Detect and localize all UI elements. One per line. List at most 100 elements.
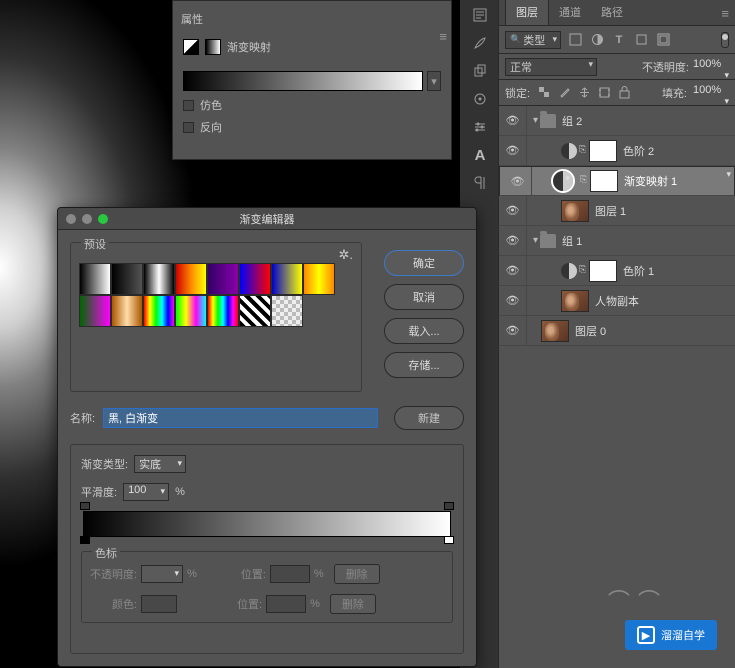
- brush-panel-icon[interactable]: [469, 32, 491, 54]
- visibility-toggle[interactable]: 👁: [499, 106, 527, 135]
- type-select[interactable]: 实底: [134, 455, 186, 473]
- dither-label: 仿色: [200, 97, 222, 113]
- lock-position-icon[interactable]: [576, 85, 592, 101]
- visibility-toggle[interactable]: 👁: [499, 316, 527, 345]
- layers-panel: 图层 通道 路径 ≡ 类型 T 正常 不透明度: 100% 锁定: 填充: 10…: [498, 0, 735, 668]
- tab-paths[interactable]: 路径: [591, 0, 633, 25]
- preset-swatch[interactable]: [143, 295, 175, 327]
- visibility-toggle[interactable]: 👁: [499, 256, 527, 285]
- ok-button[interactable]: 确定: [384, 250, 464, 276]
- preset-swatch[interactable]: [271, 295, 303, 327]
- layer-list: 👁 ▾ 组 2 👁 ⎘ 色阶 2 👁 ⎘ 渐变映射 1 👁 图层: [499, 106, 735, 346]
- layer-thumbnail[interactable]: [561, 290, 589, 312]
- layer-person-copy[interactable]: 👁 人物副本: [499, 286, 735, 316]
- smoothness-input[interactable]: 100: [123, 483, 169, 501]
- mask-thumbnail[interactable]: [590, 170, 618, 192]
- presets-label: 预设: [81, 236, 109, 252]
- layer-levels-2[interactable]: 👁 ⎘ 色阶 2: [499, 136, 735, 166]
- lock-transparency-icon[interactable]: [536, 85, 552, 101]
- layers-menu-icon[interactable]: ≡: [721, 6, 729, 21]
- filter-toggle[interactable]: [721, 32, 729, 48]
- layer-levels-1[interactable]: 👁 ⎘ 色阶 1: [499, 256, 735, 286]
- chevron-down-icon[interactable]: ▾: [533, 115, 538, 126]
- layer-group-2[interactable]: 👁 ▾ 组 2: [499, 106, 735, 136]
- preset-swatch[interactable]: [175, 295, 207, 327]
- watermark: ▶ 溜溜自学: [625, 620, 717, 650]
- color-stop-left[interactable]: [80, 536, 90, 546]
- tab-channels[interactable]: 通道: [549, 0, 591, 25]
- panel-menu-icon[interactable]: ≡: [439, 29, 447, 44]
- lock-all-icon[interactable]: [616, 85, 632, 101]
- adjustment-thumbnail[interactable]: [552, 170, 574, 192]
- filter-kind-select[interactable]: 类型: [505, 31, 561, 49]
- preset-swatch[interactable]: [111, 295, 143, 327]
- traffic-min[interactable]: [82, 214, 92, 224]
- layer-layer-0[interactable]: 👁 图层 0: [499, 316, 735, 346]
- history-icon[interactable]: [469, 4, 491, 26]
- preset-swatch[interactable]: [79, 263, 111, 295]
- visibility-toggle[interactable]: 👁: [499, 136, 527, 165]
- visibility-toggle[interactable]: 👁: [499, 286, 527, 315]
- link-icon: ⎘: [580, 174, 588, 188]
- gear-icon[interactable]: ✲.: [338, 247, 353, 263]
- preset-swatch[interactable]: [303, 263, 335, 295]
- gradient-editor-dialog: 渐变编辑器 预设 ✲. 确定 取消 载入... 存储... 名称: 新建 渐变类…: [57, 207, 477, 667]
- watermark-shadow: ⌒ ⌒: [608, 584, 661, 616]
- new-button[interactable]: 新建: [394, 406, 464, 430]
- visibility-toggle[interactable]: 👁: [499, 226, 527, 255]
- filter-shape-icon[interactable]: [633, 32, 649, 48]
- traffic-close[interactable]: [66, 214, 76, 224]
- gradient-preview-bar[interactable]: [183, 71, 423, 91]
- reverse-checkbox[interactable]: [183, 122, 194, 133]
- color-stop-right[interactable]: [444, 536, 454, 546]
- adjust-panel-icon[interactable]: [469, 116, 491, 138]
- dialog-titlebar[interactable]: 渐变编辑器: [58, 208, 476, 230]
- layer-gradient-map-1[interactable]: 👁 ⎘ 渐变映射 1: [499, 166, 735, 196]
- preset-swatch[interactable]: [207, 295, 239, 327]
- character-icon[interactable]: A: [469, 144, 491, 166]
- preset-swatch[interactable]: [111, 263, 143, 295]
- gradient-edit-bar[interactable]: [83, 511, 451, 537]
- preset-swatch[interactable]: [207, 263, 239, 295]
- fill-input[interactable]: 100%: [693, 84, 729, 102]
- save-button[interactable]: 存储...: [384, 352, 464, 378]
- preset-swatch[interactable]: [239, 263, 271, 295]
- filter-smart-icon[interactable]: [655, 32, 671, 48]
- gradient-dropdown[interactable]: ▾: [427, 71, 441, 91]
- filter-adjust-icon[interactable]: [589, 32, 605, 48]
- dither-checkbox[interactable]: [183, 100, 194, 111]
- blend-mode-select[interactable]: 正常: [505, 58, 597, 76]
- visibility-toggle[interactable]: 👁: [499, 196, 527, 225]
- layer-thumbnail[interactable]: [561, 200, 589, 222]
- filter-pixel-icon[interactable]: [567, 32, 583, 48]
- name-input[interactable]: [103, 408, 378, 428]
- mask-thumbnail[interactable]: [589, 140, 617, 162]
- preset-swatch[interactable]: [79, 295, 111, 327]
- delete-stop-button-1: 删除: [334, 564, 380, 584]
- layer-group-1[interactable]: 👁 ▾ 组 1: [499, 226, 735, 256]
- lock-artboard-icon[interactable]: [596, 85, 612, 101]
- visibility-toggle[interactable]: 👁: [504, 167, 532, 195]
- delete-stop-button-2: 删除: [330, 594, 376, 614]
- mask-thumbnail[interactable]: [589, 260, 617, 282]
- layer-thumbnail[interactable]: [541, 320, 569, 342]
- lock-paint-icon[interactable]: [556, 85, 572, 101]
- opacity-stop-left[interactable]: [80, 502, 90, 512]
- clone-panel-icon[interactable]: [469, 60, 491, 82]
- filter-type-icon[interactable]: T: [611, 32, 627, 48]
- opacity-input[interactable]: 100%: [693, 58, 729, 76]
- chevron-down-icon[interactable]: ▾: [533, 235, 538, 246]
- paragraph-icon[interactable]: [469, 172, 491, 194]
- opacity-stop-right[interactable]: [444, 502, 454, 512]
- preset-swatch[interactable]: [271, 263, 303, 295]
- load-button[interactable]: 载入...: [384, 318, 464, 344]
- layer-layer-1[interactable]: 👁 图层 1: [499, 196, 735, 226]
- traffic-max[interactable]: [98, 214, 108, 224]
- tab-layers[interactable]: 图层: [505, 0, 549, 25]
- adjustment-type-icon: [183, 39, 199, 55]
- brush-settings-icon[interactable]: [469, 88, 491, 110]
- preset-swatch[interactable]: [239, 295, 271, 327]
- preset-swatch[interactable]: [175, 263, 207, 295]
- preset-swatch[interactable]: [143, 263, 175, 295]
- cancel-button[interactable]: 取消: [384, 284, 464, 310]
